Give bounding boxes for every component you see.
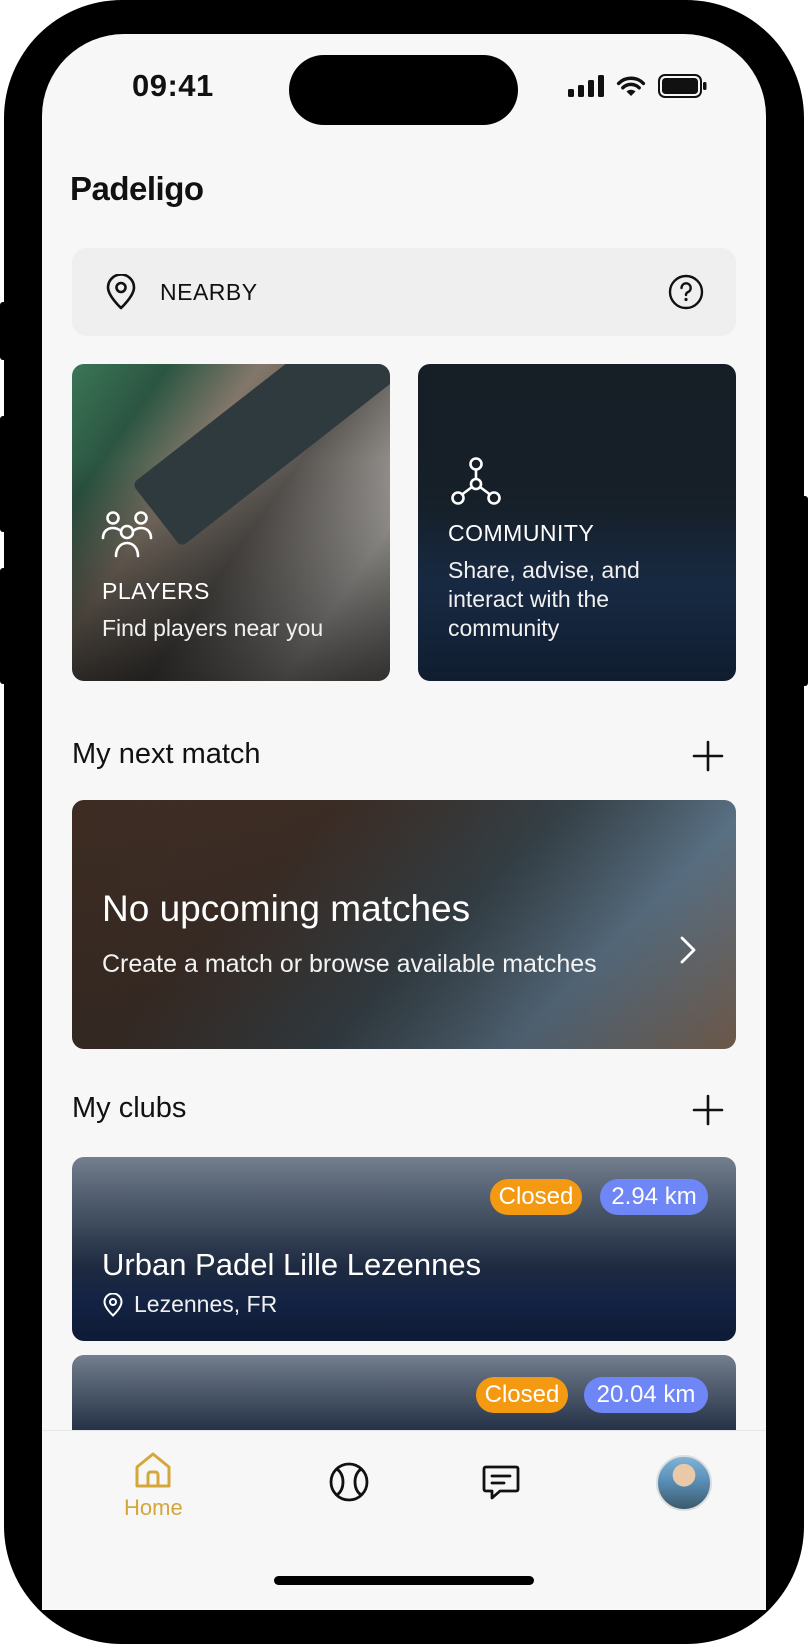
next-match-card[interactable]: No upcoming matches Create a match or br… (72, 800, 736, 1049)
distance-badge: 20.04 km (584, 1377, 708, 1413)
community-card[interactable]: COMMUNITY Share, advise, and interact wi… (418, 364, 736, 681)
players-title: PLAYERS (102, 578, 210, 604)
community-subtitle: Share, advise, and interact with the com… (448, 557, 640, 641)
location-pin-icon (103, 1292, 123, 1317)
logo-text: Padeligo (70, 170, 204, 207)
phone-mockup: 09:41 Padeligo NEARBY PLAYERS Find playe… (0, 0, 808, 1644)
screen: 09:41 Padeligo NEARBY PLAYERS Find playe… (42, 34, 766, 1610)
club-name: Urban Padel Lille Lezennes (102, 1247, 482, 1282)
users-icon (101, 511, 153, 558)
tab-home-label: Home (124, 1495, 183, 1520)
status-icons (568, 74, 708, 98)
chevron-right-icon (680, 936, 696, 964)
players-subtitle: Find players near you (102, 615, 324, 641)
add-match-button[interactable] (690, 738, 726, 774)
tab-chat[interactable] (480, 1461, 522, 1503)
distance-badge: 2.94 km (600, 1179, 708, 1215)
status-badge: Closed (490, 1179, 582, 1215)
signal-icon (568, 75, 604, 97)
status-time: 09:41 (132, 68, 214, 103)
match-empty-title: No upcoming matches (102, 888, 471, 929)
dynamic-island (289, 55, 518, 125)
next-match-heading: My next match (72, 738, 261, 770)
help-circle-icon[interactable] (668, 274, 704, 310)
app-logo: Padeligo (70, 170, 204, 208)
add-club-button[interactable] (690, 1092, 726, 1128)
status-badge: Closed (476, 1377, 568, 1413)
home-icon (135, 1452, 171, 1488)
battery-icon (658, 74, 707, 98)
wifi-icon (616, 76, 646, 96)
home-indicator (274, 1576, 534, 1585)
tab-matches[interactable] (328, 1461, 370, 1503)
clubs-heading: My clubs (72, 1092, 187, 1124)
location-pin-icon (106, 274, 136, 310)
club-location: Lezennes, FR (102, 1291, 277, 1318)
match-empty-subtitle: Create a match or browse available match… (102, 950, 597, 978)
club-location-text: Lezennes, FR (134, 1291, 278, 1317)
tennis-ball-icon (329, 1462, 369, 1502)
club-card[interactable]: Closed 2.94 km Urban Padel Lille Lezenne… (72, 1157, 736, 1341)
network-icon (451, 457, 501, 505)
profile-avatar (656, 1455, 712, 1511)
tab-profile[interactable] (656, 1455, 712, 1511)
location-selector[interactable]: NEARBY (72, 248, 736, 336)
players-card[interactable]: PLAYERS Find players near you (72, 364, 390, 681)
location-label: NEARBY (160, 279, 258, 305)
racket-image (132, 364, 390, 548)
chat-icon (482, 1465, 520, 1500)
community-title: COMMUNITY (448, 520, 595, 546)
tab-home[interactable]: Home (124, 1449, 183, 1521)
